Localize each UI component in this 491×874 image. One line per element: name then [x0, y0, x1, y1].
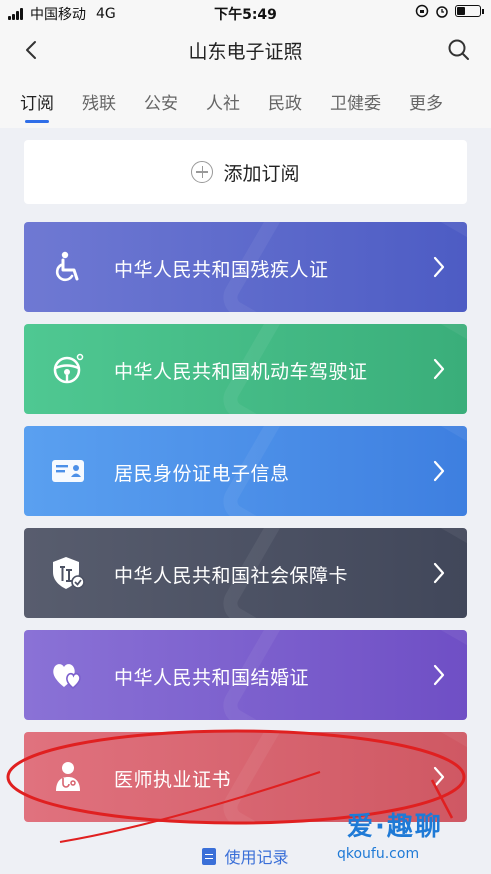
- chevron-right-icon: [433, 766, 445, 788]
- id-card-icon: [52, 460, 84, 482]
- certificate-label: 居民身份证电子信息: [114, 463, 290, 485]
- doctor-icon: [56, 762, 80, 791]
- certificate-id-card[interactable]: 居民身份证电子信息: [24, 426, 467, 516]
- search-icon[interactable]: [445, 36, 473, 64]
- steering-wheel-icon: [53, 353, 84, 384]
- chevron-right-icon: [433, 562, 445, 584]
- certificate-social-security[interactable]: 中华人民共和国社会保障卡: [24, 528, 467, 618]
- tab-public-security[interactable]: 公安: [144, 76, 178, 128]
- chevron-right-icon: [433, 664, 445, 686]
- battery-icon: [455, 5, 484, 17]
- hearts-icon: [53, 664, 81, 690]
- add-subscription-label: 添加订阅: [223, 162, 300, 185]
- chevron-right-icon: [433, 460, 445, 482]
- social-security-shield-icon: [53, 557, 85, 589]
- add-subscription-button[interactable]: 添加订阅: [24, 140, 467, 204]
- chevron-right-icon: [433, 358, 445, 380]
- status-bar: 中国移动 4G 下午5:49: [0, 0, 491, 26]
- orientation-lock-icon: [415, 4, 429, 18]
- tab-bar: 订阅 残联 公安 人社 民政 卫健委 更多: [0, 76, 491, 128]
- document-icon: [202, 847, 217, 865]
- certificate-label: 中华人民共和国社会保障卡: [114, 565, 349, 587]
- chevron-right-icon: [433, 256, 445, 278]
- usage-records-link[interactable]: 使用记录: [0, 844, 491, 868]
- certificate-label: 中华人民共和国残疾人证: [114, 259, 329, 281]
- certificate-driver-license[interactable]: 中华人民共和国机动车驾驶证: [24, 324, 467, 414]
- tab-subscribe[interactable]: 订阅: [20, 76, 54, 128]
- certificate-label: 中华人民共和国结婚证: [114, 667, 310, 689]
- certificate-marriage[interactable]: 中华人民共和国结婚证: [24, 630, 467, 720]
- app-header: 山东电子证照: [0, 26, 491, 76]
- certificate-disability[interactable]: 中华人民共和国残疾人证: [24, 222, 467, 312]
- plus-circle-icon: [191, 161, 214, 183]
- wheelchair-icon: [55, 251, 79, 282]
- certificate-label: 医师执业证书: [114, 769, 232, 791]
- certificate-label: 中华人民共和国机动车驾驶证: [114, 361, 368, 383]
- certificate-physician-license[interactable]: 医师执业证书: [24, 732, 467, 822]
- tab-disabled-federation[interactable]: 残联: [82, 76, 116, 128]
- alarm-icon: [436, 6, 448, 18]
- tab-health-commission[interactable]: 卫健委: [330, 76, 381, 128]
- tab-more[interactable]: 更多: [409, 76, 443, 128]
- status-right: [415, 4, 484, 18]
- tab-human-resources[interactable]: 人社: [206, 76, 240, 128]
- page-title: 山东电子证照: [188, 41, 303, 63]
- usage-records-label: 使用记录: [224, 848, 289, 867]
- tab-civil-affairs[interactable]: 民政: [268, 76, 302, 128]
